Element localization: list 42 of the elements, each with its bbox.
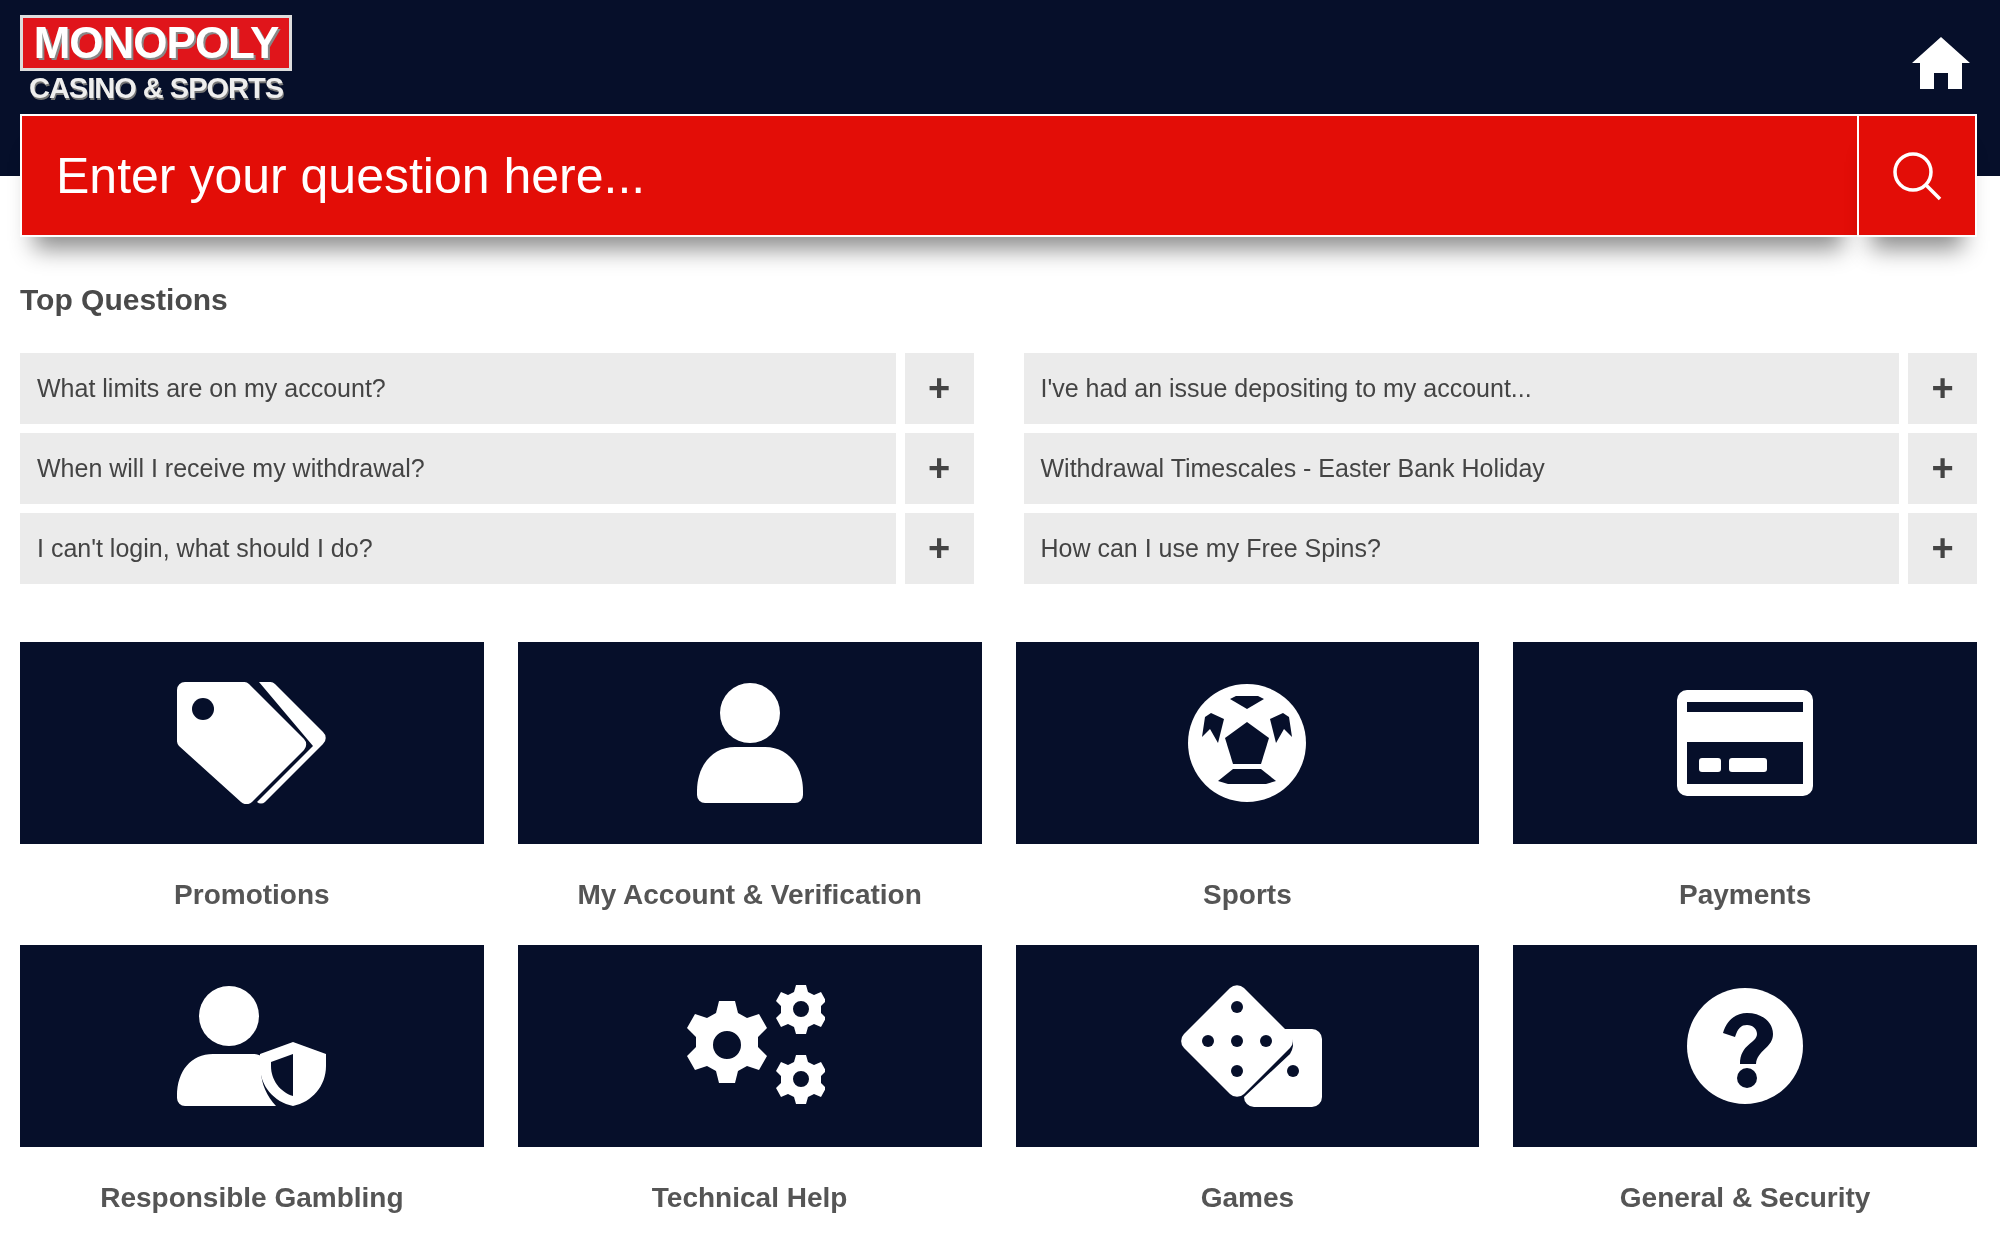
expand-button[interactable]: + bbox=[1908, 433, 1977, 504]
category-label[interactable]: Technical Help bbox=[651, 1181, 848, 1215]
question-item[interactable]: Withdrawal Timescales - Easter Bank Holiday bbox=[1023, 433, 1899, 504]
category-tile[interactable] bbox=[1015, 945, 1480, 1147]
expand-button[interactable]: + bbox=[1908, 353, 1977, 424]
category-label[interactable]: General & Security bbox=[1619, 1181, 1871, 1215]
expand-button[interactable]: + bbox=[904, 513, 974, 584]
question-item[interactable]: When will I receive my withdrawal? bbox=[20, 433, 896, 504]
question-icon bbox=[1687, 988, 1804, 1104]
person-shield-icon bbox=[176, 986, 327, 1106]
category-tile[interactable] bbox=[1015, 642, 1480, 844]
logo[interactable]: MONOPOLY CASINO & SPORTS bbox=[20, 15, 292, 105]
expand-button[interactable]: + bbox=[904, 353, 974, 424]
question-item[interactable]: How can I use my Free Spins? bbox=[1023, 513, 1899, 584]
category-label[interactable]: Payments bbox=[1678, 878, 1812, 912]
category-tile[interactable] bbox=[517, 642, 982, 844]
question-item[interactable]: I can't login, what should I do? bbox=[20, 513, 896, 584]
logo-title: MONOPOLY bbox=[20, 15, 292, 71]
search-field[interactable]: Enter your question here... bbox=[20, 114, 1857, 237]
expand-button[interactable]: + bbox=[904, 433, 974, 504]
section-title: Top Questions bbox=[20, 282, 228, 318]
logo-subtitle: CASINO & SPORTS bbox=[28, 71, 284, 105]
category-tile[interactable] bbox=[20, 945, 484, 1147]
search-icon bbox=[1892, 150, 1942, 201]
tags-icon bbox=[176, 682, 327, 804]
search-button[interactable] bbox=[1857, 114, 1977, 237]
question-item[interactable]: I've had an issue depositing to my account... bbox=[1023, 353, 1899, 424]
category-tile[interactable] bbox=[517, 945, 982, 1147]
category-label[interactable]: My Account & Verification bbox=[577, 878, 922, 912]
category-label[interactable]: Promotions bbox=[174, 878, 330, 912]
question-item[interactable]: What limits are on my account? bbox=[20, 353, 896, 424]
credit-card-icon bbox=[1677, 690, 1814, 796]
category-label[interactable]: Games bbox=[1200, 1181, 1295, 1215]
soccer-ball-icon bbox=[1188, 684, 1307, 802]
category-tile[interactable] bbox=[1513, 642, 1977, 844]
category-label[interactable]: Sports bbox=[1203, 878, 1292, 912]
home-icon[interactable] bbox=[1912, 37, 1970, 89]
category-tile[interactable] bbox=[20, 642, 484, 844]
category-label[interactable]: Responsible Gambling bbox=[100, 1181, 404, 1215]
person-icon bbox=[696, 683, 803, 803]
category-tile[interactable] bbox=[1513, 945, 1977, 1147]
expand-button[interactable]: + bbox=[1908, 513, 1977, 584]
